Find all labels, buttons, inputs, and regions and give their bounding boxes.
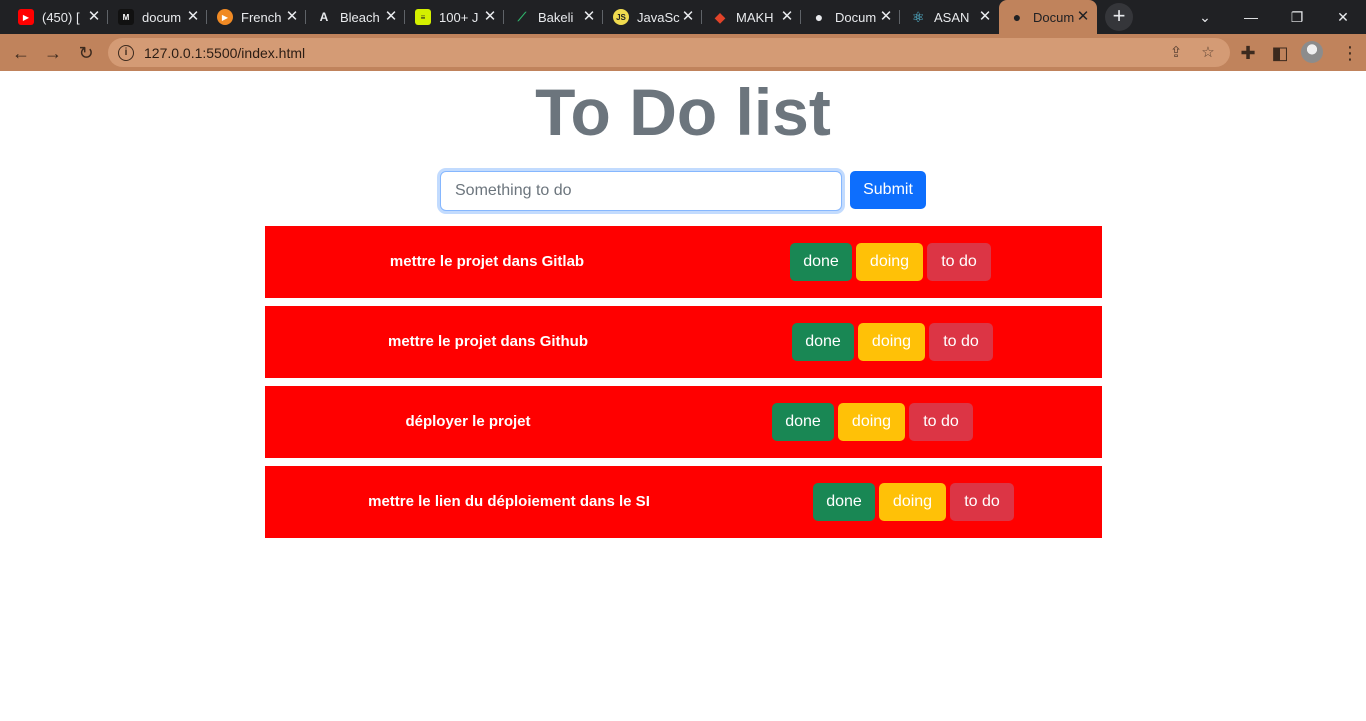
doing-button[interactable]: doing xyxy=(879,483,946,521)
done-button[interactable]: done xyxy=(813,483,875,521)
doing-button[interactable]: doing xyxy=(858,323,925,361)
close-icon[interactable]: ✕ xyxy=(383,9,399,25)
task-text: mettre le lien du déploiement dans le SI xyxy=(368,493,650,510)
bakeli-icon: ⟋ xyxy=(517,9,527,24)
extensions-icon[interactable]: ✚ xyxy=(1234,39,1262,67)
new-tab-button[interactable]: + xyxy=(1105,3,1133,31)
tab-100plus[interactable]: ≡ 100+ J ✕ xyxy=(405,0,504,34)
info-icon[interactable]: i xyxy=(118,44,134,61)
tab-french[interactable]: ▶ French ✕ xyxy=(207,0,306,34)
submit-button[interactable]: Submit xyxy=(850,171,926,209)
medium-icon: M xyxy=(118,9,134,25)
done-button[interactable]: done xyxy=(790,243,852,281)
close-icon[interactable]: ✕ xyxy=(680,9,696,25)
tab-medium[interactable]: M docum ✕ xyxy=(108,0,207,34)
close-icon[interactable]: ✕ xyxy=(284,9,300,25)
tab-document-active[interactable]: ● Docum ✕ xyxy=(999,0,1097,34)
page-title: To Do list xyxy=(535,75,831,149)
task-item: mettre le lien du déploiement dans le SI… xyxy=(265,466,1102,538)
tab-gitlab[interactable]: ◆ MAKH ✕ xyxy=(702,0,801,34)
minimize-button[interactable]: — xyxy=(1228,0,1274,34)
close-icon[interactable]: ✕ xyxy=(977,9,993,25)
share-icon[interactable]: ⇪ xyxy=(1167,43,1185,61)
task-text: déployer le projet xyxy=(405,413,531,430)
todo-form: Submit xyxy=(440,171,926,211)
close-icon[interactable]: ✕ xyxy=(878,9,894,25)
todo-button[interactable]: to do xyxy=(950,483,1014,521)
gitlab-icon: ◆ xyxy=(714,8,726,25)
task-text: mettre le projet dans Github xyxy=(387,333,589,350)
todo-button[interactable]: to do xyxy=(927,243,991,281)
doing-button[interactable]: doing xyxy=(856,243,923,281)
tab-asan[interactable]: ⚛ ASAN ✕ xyxy=(900,0,999,34)
close-icon[interactable]: ✕ xyxy=(482,9,498,25)
done-button[interactable]: done xyxy=(792,323,854,361)
side-panel-icon[interactable]: ◧ xyxy=(1266,39,1294,67)
close-window-button[interactable]: ✕ xyxy=(1320,0,1366,34)
task-item: mettre le projet dans Gitlab done doing … xyxy=(265,226,1102,298)
tab-javascript[interactable]: JS JavaSc ✕ xyxy=(603,0,702,34)
task-item: déployer le projet done doing to do xyxy=(265,386,1102,458)
todo-button[interactable]: to do xyxy=(929,323,993,361)
forward-button[interactable]: → xyxy=(39,39,67,67)
restore-button[interactable]: ❐ xyxy=(1274,0,1320,34)
star-icon[interactable]: ☆ xyxy=(1199,43,1217,61)
menu-icon[interactable]: ⋮ xyxy=(1336,39,1364,67)
address-bar[interactable]: i 127.0.0.1:5500/index.html ⇪ ☆ xyxy=(108,38,1230,67)
close-icon[interactable]: ✕ xyxy=(86,9,102,25)
browser-toolbar: ← → ↻ i 127.0.0.1:5500/index.html ⇪ ☆ ✚ … xyxy=(0,34,1366,71)
doing-button[interactable]: doing xyxy=(838,403,905,441)
close-icon[interactable]: ✕ xyxy=(185,9,201,25)
tab-bleach[interactable]: A Bleach ✕ xyxy=(306,0,405,34)
react-icon: ⚛ xyxy=(911,8,925,25)
avatar[interactable] xyxy=(1301,41,1323,63)
tab-youtube[interactable]: ▶ (450) [ ✕ xyxy=(8,0,108,34)
font-icon: A xyxy=(319,10,329,24)
javascript-icon: JS xyxy=(613,9,629,25)
back-button[interactable]: ← xyxy=(7,39,35,67)
close-icon[interactable]: ✕ xyxy=(1075,9,1091,25)
tab-search-icon[interactable]: ⌄ xyxy=(1182,0,1228,34)
reload-button[interactable]: ↻ xyxy=(72,39,100,67)
page-content: To Do list Submit mettre le projet dans … xyxy=(0,71,1366,721)
close-icon[interactable]: ✕ xyxy=(779,9,795,25)
tab-document-1[interactable]: ● Docum ✕ xyxy=(801,0,900,34)
list-icon: ≡ xyxy=(415,9,431,25)
youtube-icon: ▶ xyxy=(18,9,34,25)
tab-strip: ▶ (450) [ ✕ M docum ✕ ▶ French ✕ A Bleac… xyxy=(0,0,1366,34)
task-item: mettre le projet dans Github done doing … xyxy=(265,306,1102,378)
globe-icon: ● xyxy=(814,9,824,25)
play-icon: ▶ xyxy=(217,9,233,25)
task-text: mettre le projet dans Gitlab xyxy=(389,253,585,270)
tab-bakeli[interactable]: ⟋ Bakeli ✕ xyxy=(504,0,603,34)
todo-button[interactable]: to do xyxy=(909,403,973,441)
todo-input[interactable] xyxy=(440,171,842,211)
done-button[interactable]: done xyxy=(772,403,834,441)
url-text: 127.0.0.1:5500/index.html xyxy=(144,44,306,61)
globe-icon: ● xyxy=(1012,9,1022,25)
close-icon[interactable]: ✕ xyxy=(581,9,597,25)
